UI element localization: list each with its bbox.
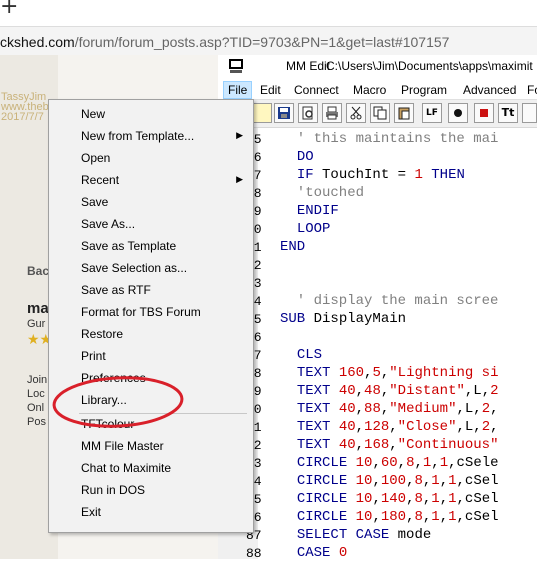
code-line[interactable]: ' display the main scree: [280, 293, 499, 309]
cut-icon[interactable]: [346, 103, 366, 123]
menu-macro[interactable]: Macro: [353, 83, 386, 97]
new-tab-icon[interactable]: +: [0, 0, 18, 19]
submenu-arrow-icon: ▶: [236, 131, 243, 141]
menu-edit[interactable]: Edit: [260, 83, 281, 97]
code-line[interactable]: CIRCLE 10,140,8,1,1,cSel: [280, 491, 499, 507]
code-line[interactable]: END: [280, 239, 305, 255]
file-menu-item-recent[interactable]: Recent: [81, 173, 119, 187]
file-menu-item-print[interactable]: Print: [81, 349, 106, 363]
menu-separator: [79, 413, 247, 414]
file-menu-item-new-from-template[interactable]: New from Template...: [81, 129, 194, 143]
url-domain: ckshed.com: [0, 34, 75, 50]
code-line[interactable]: TEXT 40,48,"Distant",L,2: [280, 383, 499, 399]
code-line[interactable]: TEXT 160,5,"Lightning si: [280, 365, 499, 381]
file-menu-item-tftcolour[interactable]: TFTcolour: [81, 417, 134, 431]
file-menu-item-save-as-template[interactable]: Save as Template: [81, 239, 176, 253]
url-text: ckshed.com/forum/forum_posts.asp?TID=970…: [0, 34, 449, 50]
stop-icon[interactable]: [474, 103, 494, 123]
code-line[interactable]: TEXT 40,128,"Close",L,2,: [280, 419, 499, 435]
code-line[interactable]: DO: [280, 149, 314, 165]
file-menu-item-exit[interactable]: Exit: [81, 505, 101, 519]
code-line[interactable]: SUB DisplayMain: [280, 311, 406, 327]
address-bar[interactable]: ckshed.com/forum/forum_posts.asp?TID=970…: [0, 26, 537, 56]
code-line[interactable]: IF TouchInt = 1 THEN: [280, 167, 465, 183]
file-menu-item-preferences[interactable]: Preferences: [81, 371, 146, 385]
menu-format[interactable]: Fo: [527, 83, 537, 97]
file-menu-item-library[interactable]: Library...: [81, 393, 127, 407]
menu-program[interactable]: Program: [401, 83, 447, 97]
copy-icon[interactable]: [370, 103, 390, 123]
file-menu-item-new[interactable]: New: [81, 107, 105, 121]
app-icon[interactable]: [228, 58, 244, 74]
code-line[interactable]: TEXT 40,88,"Medium",L,2,: [280, 401, 499, 417]
font-icon[interactable]: Tt: [498, 103, 518, 123]
url-path: /forum/forum_posts.asp?TID=9703&PN=1&get…: [74, 34, 450, 50]
file-menu-item-save-as[interactable]: Save As...: [81, 217, 135, 231]
code-line[interactable]: TEXT 40,168,"Continuous": [280, 437, 499, 453]
code-line[interactable]: CIRCLE 10,100,8,1,1,cSel: [280, 473, 499, 489]
file-menu-item-open[interactable]: Open: [81, 151, 110, 165]
mm-edit-window: MM Edit C:\Users\Jim\Documents\apps\maxi…: [218, 55, 537, 561]
code-line[interactable]: CIRCLE 10,60,8,1,1,cSele: [280, 455, 499, 471]
file-menu-dropdown: New New from Template... ▶ Open Recent ▶ Save S…: [48, 99, 254, 533]
code-line[interactable]: LOOP: [280, 221, 331, 237]
file-menu-item-mm-file-master[interactable]: MM File Master: [81, 439, 164, 453]
window-title: MM Edit: [286, 59, 331, 73]
forum-username-fragment[interactable]: ma: [27, 300, 49, 317]
watermark-line-3: 2017/7/7: [1, 111, 44, 123]
submenu-arrow-icon: ▶: [236, 175, 243, 185]
font-small-icon[interactable]: [522, 103, 537, 123]
save-icon[interactable]: [274, 103, 294, 123]
code-line[interactable]: ' this maintains the mai: [280, 131, 499, 147]
forum-fragment-back: Bac: [27, 264, 50, 278]
browser-tab-strip: +: [0, 0, 537, 26]
file-menu-item-save[interactable]: Save: [81, 195, 108, 209]
code-line[interactable]: 'touched: [280, 185, 364, 201]
forum-posts-fragment: Pos: [27, 416, 46, 428]
menu-advanced[interactable]: Advanced: [463, 83, 516, 97]
forum-online-fragment: Onl: [27, 402, 45, 414]
code-line[interactable]: CIRCLE 10,180,8,1,1,cSel: [280, 509, 499, 525]
file-menu-item-save-as-rtf[interactable]: Save as RTF: [81, 283, 151, 297]
forum-location-fragment: Loc: [27, 388, 45, 400]
paste-icon[interactable]: [394, 103, 414, 123]
forum-joined-fragment: Join: [27, 374, 48, 386]
forum-rank-fragment: Gur: [27, 318, 46, 330]
record-icon[interactable]: [448, 103, 468, 123]
print-icon[interactable]: [322, 103, 342, 123]
file-menu-item-restore[interactable]: Restore: [81, 327, 123, 341]
code-line[interactable]: SELECT CASE mode: [280, 527, 431, 543]
menu-connect[interactable]: Connect: [294, 83, 339, 97]
toolbar: LF Tt: [218, 100, 537, 128]
print-preview-icon[interactable]: [298, 103, 318, 123]
code-line[interactable]: ENDIF: [280, 203, 339, 219]
code-line[interactable]: CLS: [280, 347, 322, 363]
window-file-path: C:\Users\Jim\Documents\apps\maximit: [326, 59, 533, 73]
file-menu-item-save-selection-as[interactable]: Save Selection as...: [81, 261, 187, 275]
file-menu-item-run-in-dos[interactable]: Run in DOS: [81, 483, 145, 497]
new-file-icon[interactable]: [252, 103, 272, 123]
menu-file[interactable]: File: [223, 81, 253, 99]
file-menu-item-format-for-tbs-forum[interactable]: Format for TBS Forum: [81, 305, 201, 319]
lf-icon[interactable]: LF: [422, 103, 442, 123]
title-bar[interactable]: MM Edit C:\Users\Jim\Documents\apps\maxi…: [218, 55, 537, 81]
menu-bar: File Edit Connect Macro Program Advanced…: [218, 81, 537, 100]
file-menu-item-chat-to-maximite[interactable]: Chat to Maximite: [81, 461, 171, 475]
